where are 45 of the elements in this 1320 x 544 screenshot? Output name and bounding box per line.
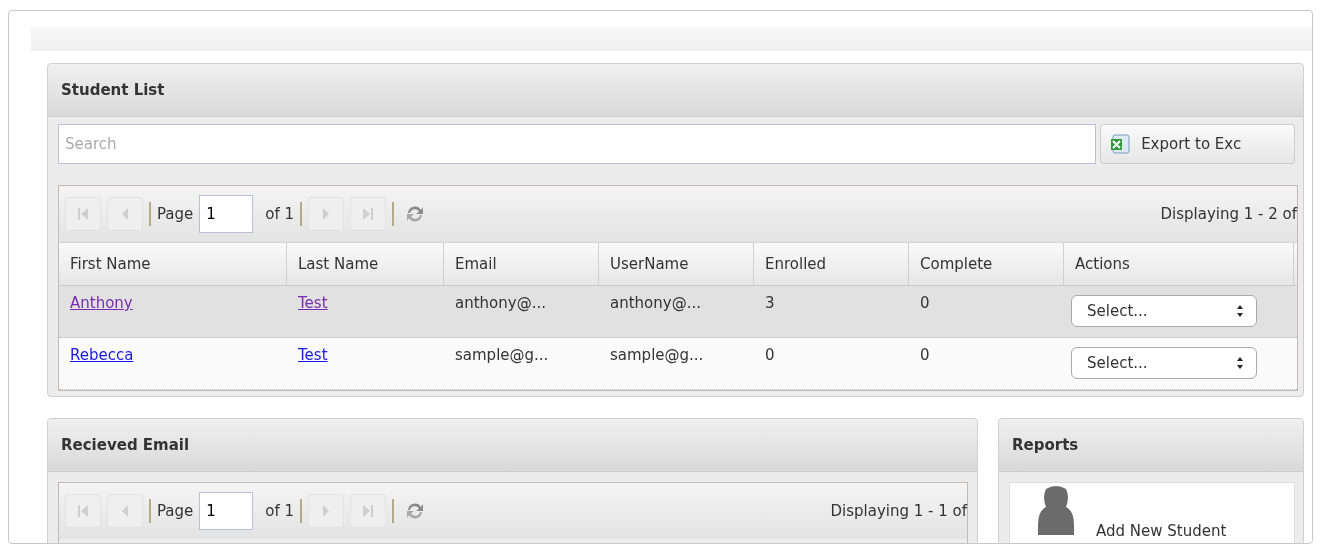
last-name-link[interactable]: Test [298,346,328,364]
export-button[interactable]: Export to Exc [1100,124,1295,164]
column-header[interactable]: Enrolled [754,243,909,285]
person-icon [1036,485,1076,535]
email-cell: sample@g... [455,346,549,364]
page-number-field[interactable]: 1 [199,195,254,233]
last-page-icon [362,504,375,518]
page-count: of 1 [265,205,295,223]
last-page-icon [362,207,375,221]
enrolled-cell: 0 [765,346,775,364]
panel-title: Recieved Email [61,436,190,454]
complete-cell: 0 [920,346,930,364]
column-header[interactable]: Last Name [287,243,444,285]
spreadsheet-icon [1109,133,1132,155]
column-header[interactable]: Complete [909,243,1064,285]
first-page-icon [77,504,89,518]
page-label: Page [157,205,194,223]
email-cell: anthony@... [455,294,546,312]
panel-title: Reports [1012,436,1079,454]
first-page-icon [77,207,89,221]
add-student-link[interactable]: Add New Student [1096,523,1227,539]
username-cell: sample@g... [610,346,704,364]
page-label: Page [157,502,194,520]
display-count: Displaying 1 - 1 of [830,502,967,520]
updown-arrow-icon [1236,356,1244,370]
panel-title: Student List [61,81,165,99]
column-header[interactable]: Email [444,243,599,285]
last-name-link[interactable]: Test [298,294,328,312]
first-name-link[interactable]: Rebecca [70,346,134,364]
page-number-field[interactable]: 1 [199,492,254,530]
first-name-link[interactable]: Anthony [70,294,133,312]
column-header[interactable]: UserName [599,243,754,285]
complete-cell: 0 [920,294,930,312]
enrolled-cell: 3 [765,294,775,312]
search-field[interactable]: Search [58,124,1097,164]
table-row[interactable]: Rebecca Test sample@g... sample@g... 0 0 Select... [59,338,1297,390]
actions-dropdown[interactable]: Select... [1071,347,1257,379]
display-count: Displaying 1 - 2 of [1160,205,1297,223]
column-header[interactable]: First Name [59,243,287,285]
username-cell: anthony@... [610,294,701,312]
actions-dropdown[interactable]: Select... [1071,295,1257,327]
updown-arrow-icon [1236,304,1244,318]
column-header[interactable]: Actions [1064,243,1294,285]
table-row[interactable]: Anthony Test anthony@... anthony@... 3 0 Select... [59,286,1297,338]
page-count: of 1 [265,502,295,520]
